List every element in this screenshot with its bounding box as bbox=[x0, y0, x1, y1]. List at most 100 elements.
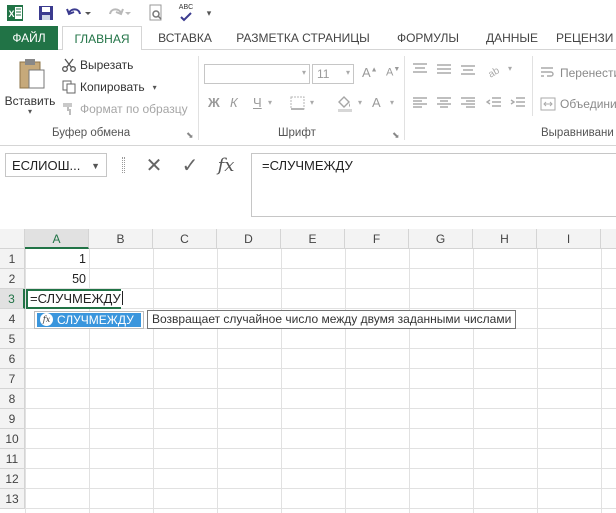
font-size-combo[interactable]: 11 ▾ bbox=[312, 64, 354, 84]
row-header-13[interactable]: 13 bbox=[0, 489, 25, 509]
tab-file[interactable]: ФАЙЛ bbox=[0, 26, 58, 50]
tab-insert[interactable]: ВСТАВКА bbox=[148, 26, 222, 50]
copy-icon bbox=[62, 80, 76, 94]
decrease-font-icon[interactable]: A▼ bbox=[386, 66, 400, 79]
tab-home[interactable]: ГЛАВНАЯ bbox=[62, 26, 142, 51]
column-header-f[interactable]: F bbox=[345, 229, 409, 249]
row-header-7[interactable]: 7 bbox=[0, 369, 25, 389]
group-separator bbox=[198, 56, 199, 140]
format-painter-button[interactable]: Формат по образцу bbox=[62, 100, 188, 118]
chevron-down-icon: ▾ bbox=[27, 107, 32, 116]
row-header-12[interactable]: 12 bbox=[0, 469, 25, 489]
undo-icon[interactable] bbox=[64, 3, 92, 23]
align-left-icon[interactable] bbox=[412, 96, 428, 113]
row-header-9[interactable]: 9 bbox=[0, 409, 25, 429]
merge-button[interactable]: Объедини bbox=[540, 95, 616, 113]
chevron-down-icon[interactable]: ▾ bbox=[390, 98, 394, 107]
dialog-launcher-icon[interactable]: ⬊ bbox=[392, 130, 400, 141]
fill-color-icon[interactable] bbox=[336, 94, 354, 115]
increase-font-icon[interactable]: A▲ bbox=[362, 65, 378, 80]
chevron-down-icon[interactable]: ▼ bbox=[91, 161, 100, 171]
cell-a2[interactable]: 50 bbox=[26, 269, 86, 289]
tab-page-layout[interactable]: РАЗМЕТКА СТРАНИЦЫ bbox=[228, 26, 378, 50]
row-header-6[interactable]: 6 bbox=[0, 349, 25, 369]
clipboard-group-label: Буфер обмена bbox=[52, 127, 131, 139]
save-icon[interactable] bbox=[36, 3, 56, 23]
group-separator bbox=[404, 56, 405, 140]
row-header-2[interactable]: 2 bbox=[0, 269, 25, 289]
gridline bbox=[537, 249, 538, 513]
autocomplete-list: fx СЛУЧМЕЖДУ bbox=[34, 311, 144, 329]
chevron-down-icon[interactable]: ▾ bbox=[358, 98, 362, 107]
redo-icon[interactable] bbox=[104, 3, 132, 23]
column-header-b[interactable]: B bbox=[89, 229, 153, 249]
copy-button[interactable]: Копировать ▾ bbox=[62, 78, 157, 96]
cell-a3-editing[interactable]: =СЛУЧМЕЖДУ bbox=[26, 289, 123, 309]
row-header-11[interactable]: 11 bbox=[0, 449, 25, 469]
font-color-icon[interactable]: A bbox=[372, 95, 381, 110]
formula-input[interactable]: =СЛУЧМЕЖДУ bbox=[251, 153, 616, 217]
row-header-4[interactable]: 4 bbox=[0, 309, 25, 329]
column-header-g[interactable]: G bbox=[409, 229, 473, 249]
cut-button[interactable]: Вырезать bbox=[62, 56, 133, 74]
text-caret bbox=[121, 291, 123, 305]
align-right-icon[interactable] bbox=[460, 96, 476, 113]
formula-bar-grip[interactable] bbox=[122, 157, 125, 173]
ribbon-tabs: ФАЙЛ ГЛАВНАЯ ВСТАВКА РАЗМЕТКА СТРАНИЦЫ Ф… bbox=[0, 26, 616, 51]
gridline bbox=[473, 249, 474, 513]
tab-formulas[interactable]: ФОРМУЛЫ bbox=[386, 26, 470, 50]
column-header-h[interactable]: H bbox=[473, 229, 537, 249]
gridline bbox=[153, 249, 154, 513]
align-center-icon[interactable] bbox=[436, 96, 452, 113]
gridline bbox=[281, 249, 282, 513]
paste-button[interactable]: Вставить ▾ bbox=[4, 56, 56, 118]
chevron-down-icon[interactable]: ▾ bbox=[268, 98, 272, 107]
increase-indent-icon[interactable] bbox=[510, 96, 526, 113]
column-header-d[interactable]: D bbox=[217, 229, 281, 249]
select-all-corner[interactable] bbox=[0, 229, 25, 249]
enter-icon[interactable]: ✓ bbox=[172, 153, 208, 178]
insert-function-icon[interactable]: fx bbox=[208, 155, 244, 176]
wrap-text-button[interactable]: Перенести bbox=[540, 64, 616, 82]
row-header-3[interactable]: 3 bbox=[0, 289, 25, 309]
group-separator bbox=[532, 56, 533, 116]
orientation-icon[interactable]: ab bbox=[486, 62, 504, 81]
print-preview-icon[interactable] bbox=[146, 3, 166, 23]
row-header-1[interactable]: 1 bbox=[0, 249, 25, 269]
row-header-10[interactable]: 10 bbox=[0, 429, 25, 449]
dialog-launcher-icon[interactable]: ⬊ bbox=[186, 130, 194, 141]
column-header-c[interactable]: C bbox=[153, 229, 217, 249]
font-group-label: Шрифт bbox=[278, 127, 316, 139]
name-box[interactable]: ЕСЛИОШ... ▼ bbox=[5, 153, 107, 177]
cell-a1[interactable]: 1 bbox=[26, 249, 86, 269]
chevron-down-icon[interactable]: ▾ bbox=[508, 64, 512, 73]
column-header-j[interactable] bbox=[601, 229, 616, 249]
column-header-a[interactable]: A bbox=[25, 229, 89, 249]
font-name-combo[interactable]: ▾ bbox=[204, 64, 310, 84]
borders-icon[interactable] bbox=[290, 96, 306, 113]
row-header-5[interactable]: 5 bbox=[0, 329, 25, 349]
italic-button[interactable]: К bbox=[230, 95, 238, 110]
spelling-icon[interactable]: ABC bbox=[174, 3, 198, 23]
svg-text:ab: ab bbox=[486, 65, 502, 78]
column-header-e[interactable]: E bbox=[281, 229, 345, 249]
tab-data[interactable]: ДАННЫЕ bbox=[476, 26, 548, 50]
underline-button[interactable]: Ч bbox=[253, 95, 262, 110]
chevron-down-icon[interactable]: ▾ bbox=[310, 98, 314, 107]
gridline bbox=[409, 249, 410, 513]
autocomplete-item[interactable]: fx СЛУЧМЕЖДУ bbox=[37, 313, 141, 327]
merge-cells-icon bbox=[540, 97, 556, 111]
chevron-down-icon: ▾ bbox=[345, 68, 350, 77]
align-middle-icon[interactable] bbox=[436, 62, 452, 79]
bold-button[interactable]: Ж bbox=[208, 95, 220, 110]
align-bottom-icon[interactable] bbox=[460, 62, 476, 79]
tab-review[interactable]: РЕЦЕНЗИ bbox=[556, 26, 616, 50]
row-header-8[interactable]: 8 bbox=[0, 389, 25, 409]
customize-qat-icon[interactable]: ▾ bbox=[203, 3, 215, 23]
chevron-down-icon: ▾ bbox=[301, 68, 306, 77]
column-header-i[interactable]: I bbox=[537, 229, 601, 249]
decrease-indent-icon[interactable] bbox=[485, 96, 502, 113]
formula-buttons: ✕ ✓ fx bbox=[136, 153, 246, 177]
align-top-icon[interactable] bbox=[412, 62, 428, 79]
cancel-icon[interactable]: ✕ bbox=[136, 153, 172, 178]
